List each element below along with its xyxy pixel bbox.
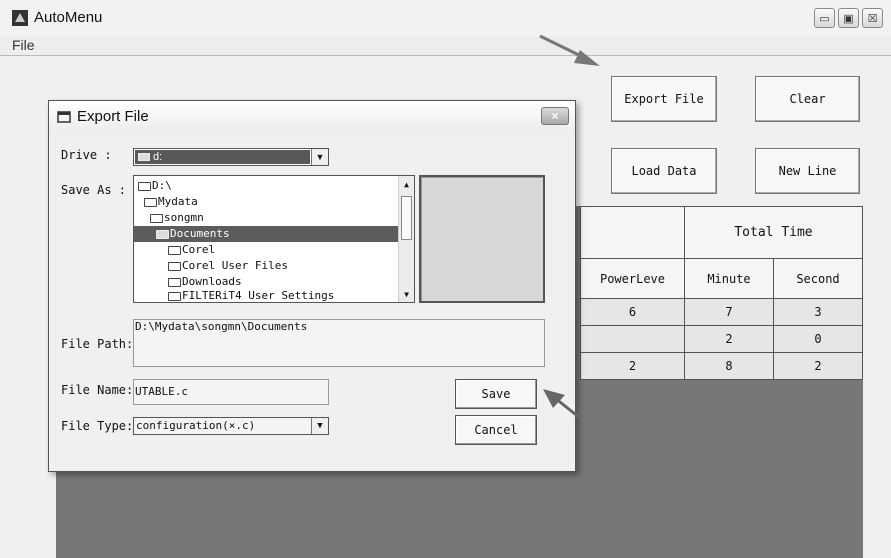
folder-open-icon [156,229,169,239]
dialog-title: Export File [77,108,149,125]
table-cell[interactable]: 6 [580,298,685,326]
save-as-label: Save As : [61,183,127,197]
drive-select[interactable]: d: ▼ [133,148,329,166]
file-path-label: File Path: [61,337,134,351]
export-file-button[interactable]: Export File [611,76,717,122]
table-cell[interactable]: 8 [684,352,774,380]
table-row[interactable]: 2 8 2 [580,352,863,380]
minimize-button[interactable]: ▭ [814,8,835,28]
clear-button[interactable]: Clear [755,76,860,122]
table-cell[interactable]: 2 [684,325,774,353]
file-type-value: configuration(×.c) [136,419,256,432]
file-name-field[interactable]: UTABLE.c [133,379,329,405]
preview-box [419,175,545,303]
folder-icon [150,213,163,223]
file-path-field[interactable]: D:\Mydata\songmn\Documents [133,319,545,367]
dialog-close-button[interactable]: × [541,107,569,125]
folder-list[interactable]: D:\ Mydata songmn Documents Corel Corel … [133,175,415,303]
dialog-title-bar: Export File × [49,101,575,133]
list-item[interactable]: FILTERiT4 User Settings [168,288,334,302]
table-row[interactable]: 2 0 [580,325,863,353]
dialog-icon [57,111,71,123]
total-time-header: Total Time [684,206,863,259]
list-item[interactable]: Mydata [144,194,198,210]
column-header: Minute [684,258,774,299]
column-header: PowerLeve [580,258,685,299]
list-item[interactable]: Corel User Files [168,258,288,274]
menu-file[interactable]: File [12,37,35,53]
drive-label: Drive : [61,148,112,162]
folder-icon [138,181,151,191]
scroll-down-icon[interactable]: ▼ [399,286,414,302]
scroll-thumb[interactable] [401,196,412,240]
export-file-dialog: Export File × Drive : d: ▼ Save As : D:\… [48,100,576,472]
drive-icon [138,153,150,161]
table-cell[interactable]: 0 [773,325,863,353]
save-button[interactable]: Save [455,379,537,409]
list-item[interactable]: D:\ [138,178,172,194]
window-title: AutoMenu [34,9,103,26]
folder-icon [144,197,157,207]
load-data-button[interactable]: Load Data [611,148,717,194]
drive-value: d: [153,151,163,163]
column-header: Second [773,258,863,299]
maximize-button[interactable]: ▣ [838,8,859,28]
title-bar: AutoMenu ▭ ▣ ☒ [0,0,891,36]
list-item[interactable]: Corel [168,242,215,258]
list-item-selected[interactable]: Documents [134,226,398,242]
folder-icon [168,291,181,301]
table-cell[interactable]: 2 [773,352,863,380]
data-table: Total Time PowerLeve Minute Second 6 7 3… [580,206,863,380]
header-blank [580,206,685,259]
folder-icon [168,261,181,271]
table-row[interactable]: 6 7 3 [580,298,863,326]
table-cell[interactable] [580,325,685,353]
chevron-down-icon[interactable]: ▼ [311,149,328,165]
table-cell[interactable]: 2 [580,352,685,380]
folder-icon [168,277,181,287]
file-name-label: File Name: [61,383,134,397]
close-button[interactable]: ☒ [862,8,883,28]
menu-bar: File [0,36,891,56]
new-line-button[interactable]: New Line [755,148,860,194]
file-type-select[interactable]: configuration(×.c) ▼ [133,417,329,435]
file-type-label: File Type: [61,419,134,433]
app-icon [12,10,28,26]
table-cell[interactable]: 3 [773,298,863,326]
scroll-up-icon[interactable]: ▲ [399,176,414,192]
cancel-button[interactable]: Cancel [455,415,537,445]
chevron-down-icon[interactable]: ▼ [311,418,328,434]
folder-icon [168,245,181,255]
table-cell[interactable]: 7 [684,298,774,326]
list-item[interactable]: songmn [150,210,204,226]
folder-scrollbar[interactable]: ▲ ▼ [398,176,414,302]
